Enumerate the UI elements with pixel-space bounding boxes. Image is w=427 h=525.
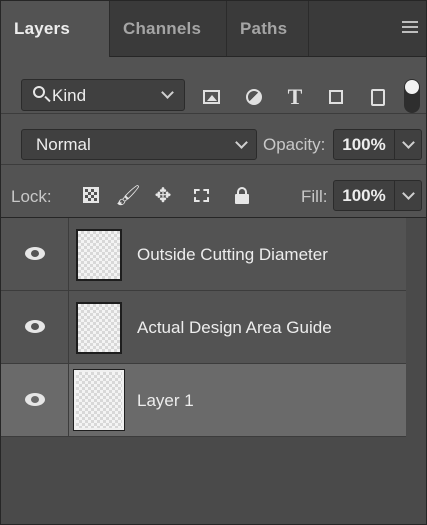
fill-dropdown-button[interactable] <box>395 180 422 211</box>
layer-thumbnail[interactable] <box>76 302 122 354</box>
blend-mode-value: Normal <box>36 135 91 154</box>
eye-icon <box>25 320 45 333</box>
layer-thumbnail[interactable] <box>73 369 125 431</box>
visibility-toggle[interactable] <box>1 364 69 436</box>
image-filter-icon[interactable] <box>201 87 221 107</box>
tab-channels[interactable]: Channels <box>110 1 227 56</box>
search-icon <box>33 86 45 98</box>
toggle-knob <box>405 80 419 94</box>
visibility-toggle[interactable] <box>1 218 69 290</box>
layers-list: Outside Cutting Diameter Actual Design A… <box>1 218 426 524</box>
layer-name[interactable]: Outside Cutting Diameter <box>137 218 328 291</box>
type-filter-icon[interactable]: T <box>285 84 305 109</box>
blend-row: Normal Opacity: 100% <box>1 114 426 165</box>
panel-tab-bar: Layers Channels Paths <box>1 1 426 57</box>
lock-row: Lock: 🖌 ✥ Fill: 100% <box>1 165 426 218</box>
fill-field[interactable]: 100% <box>333 180 395 211</box>
layer-thumbnail[interactable] <box>76 229 122 281</box>
blend-mode-select[interactable]: Normal <box>21 129 257 160</box>
panel-menu-icon[interactable] <box>402 21 418 35</box>
shape-filter-icon[interactable] <box>326 87 346 107</box>
layer-name[interactable]: Layer 1 <box>137 364 194 437</box>
lock-transparent-pixels-icon[interactable] <box>81 185 101 205</box>
fill-label: Fill: <box>301 187 328 206</box>
tab-layers[interactable]: Layers <box>1 1 110 57</box>
adjustment-filter-icon[interactable] <box>244 87 264 107</box>
layer-row-selected[interactable]: Layer 1 <box>1 364 406 437</box>
chevron-down-icon <box>235 136 248 149</box>
eye-icon <box>25 247 45 260</box>
chevron-down-icon <box>402 187 415 200</box>
layers-panel: Layers Channels Paths Kind T Normal Opac… <box>0 0 427 525</box>
layer-row[interactable]: Actual Design Area Guide <box>1 291 406 364</box>
filter-toggle[interactable] <box>404 79 420 113</box>
lock-label: Lock: <box>11 187 52 206</box>
lock-position-icon[interactable]: ✥ <box>153 185 173 207</box>
smart-object-filter-icon[interactable] <box>368 87 388 107</box>
chevron-down-icon <box>161 86 174 99</box>
layer-row[interactable]: Outside Cutting Diameter <box>1 218 406 291</box>
lock-artboard-icon[interactable] <box>191 185 211 205</box>
filter-kind-select[interactable]: Kind <box>21 79 185 111</box>
filter-row: Kind T <box>1 57 426 114</box>
opacity-label: Opacity: <box>263 135 326 154</box>
eye-icon <box>25 393 45 406</box>
opacity-field[interactable]: 100% <box>333 129 395 160</box>
lock-image-pixels-icon[interactable]: 🖌 <box>115 185 140 207</box>
tab-paths[interactable]: Paths <box>227 1 309 56</box>
visibility-toggle[interactable] <box>1 291 69 363</box>
opacity-dropdown-button[interactable] <box>395 129 422 160</box>
chevron-down-icon <box>402 136 415 149</box>
layer-name[interactable]: Actual Design Area Guide <box>137 291 332 364</box>
lock-all-icon[interactable] <box>232 185 252 205</box>
filter-kind-label: Kind <box>52 86 87 105</box>
